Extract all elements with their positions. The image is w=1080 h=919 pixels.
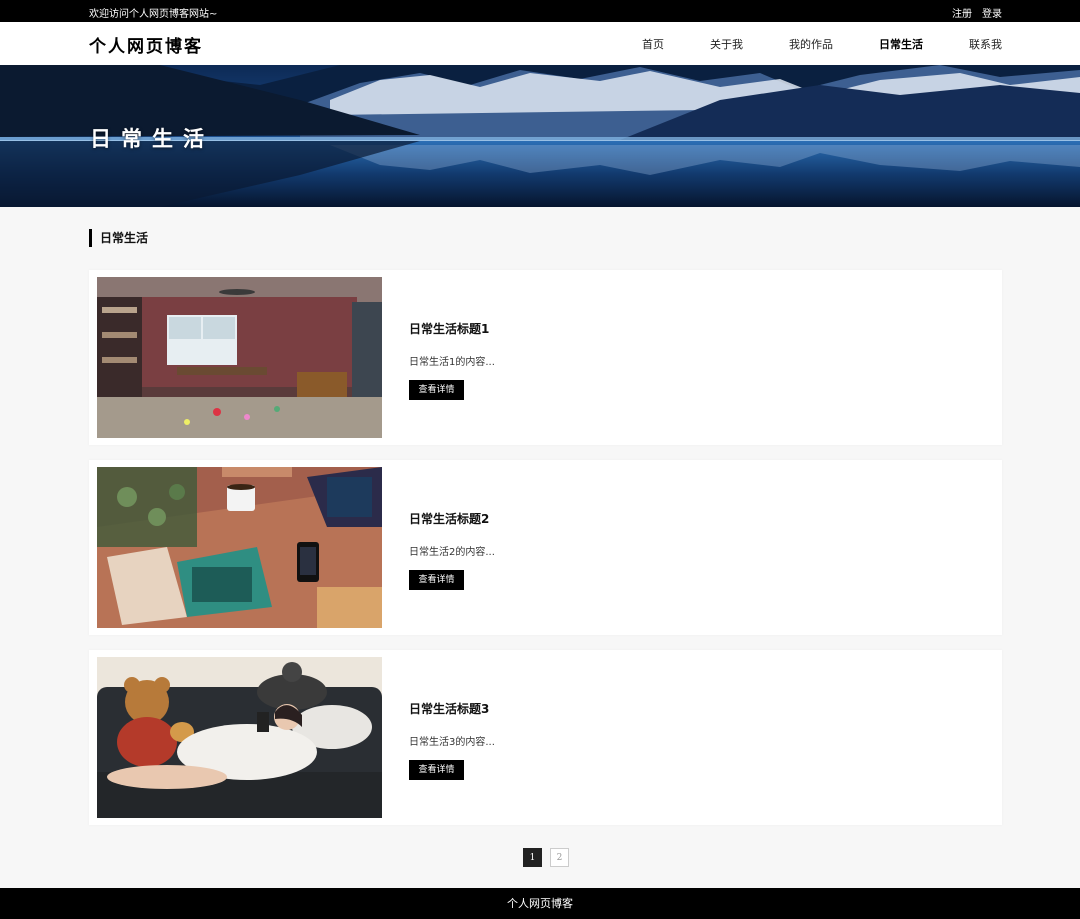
top-bar: 欢迎访问个人网页博客网站~ 注册 登录	[0, 0, 1080, 22]
pagination: 1 2	[523, 848, 569, 867]
post-title[interactable]: 日常生活标题1	[409, 320, 489, 337]
nav-contact[interactable]: 联系我	[969, 36, 1002, 52]
post-excerpt: 日常生活1的内容...	[409, 357, 495, 368]
nav-daily-life[interactable]: 日常生活	[879, 36, 923, 52]
page-button[interactable]: 2	[550, 848, 569, 867]
register-link[interactable]: 注册	[952, 5, 972, 20]
nav-home[interactable]: 首页	[642, 36, 664, 52]
login-link[interactable]: 登录	[982, 5, 1002, 20]
banner-title: 日常生活	[90, 127, 214, 151]
post-title[interactable]: 日常生活标题2	[409, 510, 489, 527]
main-nav: 首页 关于我 我的作品 日常生活 联系我	[642, 36, 1002, 52]
welcome-text: 欢迎访问个人网页博客网站~	[89, 9, 218, 20]
site-header: 个人网页博客 首页 关于我 我的作品 日常生活 联系我	[0, 22, 1080, 65]
section-heading: 日常生活	[89, 229, 148, 247]
auth-links: 注册 登录	[952, 5, 1002, 20]
post-excerpt: 日常生活3的内容...	[409, 737, 495, 748]
desk-with-coffee-illustration	[97, 467, 382, 628]
view-details-button[interactable]: 查看详情	[409, 570, 464, 590]
nav-works[interactable]: 我的作品	[789, 36, 833, 52]
hero-banner: 日常生活	[0, 65, 1080, 207]
site-logo[interactable]: 个人网页博客	[89, 32, 203, 57]
nav-about[interactable]: 关于我	[710, 36, 743, 52]
post-title[interactable]: 日常生活标题3	[409, 700, 489, 717]
girl-on-sofa-with-cat-illustration	[97, 657, 382, 818]
page-button-current[interactable]: 1	[523, 848, 542, 867]
post-card: 日常生活标题2 日常生活2的内容... 查看详情	[89, 460, 1002, 635]
view-details-button[interactable]: 查看详情	[409, 380, 464, 400]
cluttered-bedroom-illustration	[97, 277, 382, 438]
post-thumbnail[interactable]	[97, 467, 382, 628]
site-footer: 个人网页博客	[0, 888, 1080, 919]
post-card: 日常生活标题1 日常生活1的内容... 查看详情	[89, 270, 1002, 445]
view-details-button[interactable]: 查看详情	[409, 760, 464, 780]
post-excerpt: 日常生活2的内容...	[409, 547, 495, 558]
post-thumbnail[interactable]	[97, 277, 382, 438]
post-thumbnail[interactable]	[97, 657, 382, 818]
post-card: 日常生活标题3 日常生活3的内容... 查看详情	[89, 650, 1002, 825]
